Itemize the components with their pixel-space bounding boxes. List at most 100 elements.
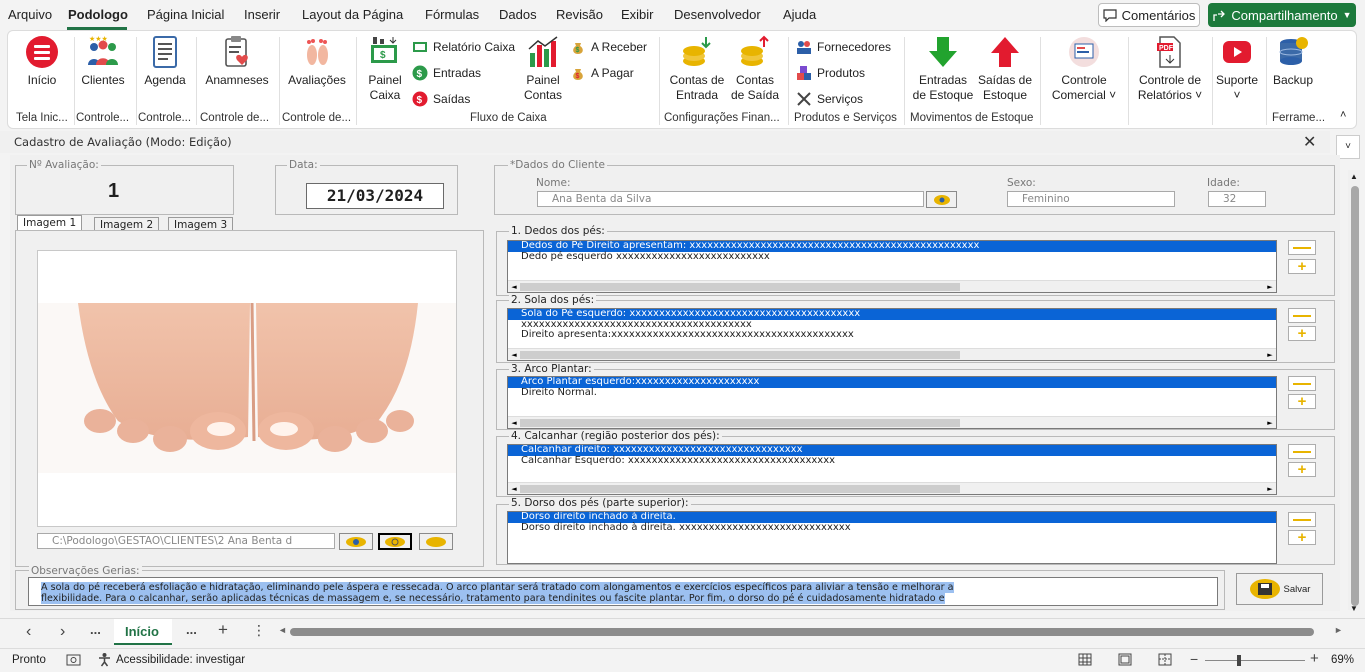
zoom-slider-thumb[interactable] bbox=[1237, 655, 1241, 666]
nome-field[interactable]: Ana Benta da Silva bbox=[537, 191, 924, 207]
add-line-button-2[interactable]: + bbox=[1288, 326, 1316, 341]
add-line-button-4[interactable]: + bbox=[1288, 462, 1316, 477]
scroll-left-icon[interactable]: ◄ bbox=[278, 625, 287, 635]
sexo-field[interactable]: Feminino bbox=[1007, 191, 1175, 207]
horizontal-scrollbar[interactable]: ◄ ► bbox=[508, 348, 1276, 360]
remove-line-button-2[interactable] bbox=[1288, 308, 1316, 323]
remove-line-button-4[interactable] bbox=[1288, 444, 1316, 459]
menu-pagina-inicial[interactable]: Página Inicial bbox=[147, 7, 224, 22]
add-sheet-icon[interactable]: + bbox=[218, 620, 228, 640]
menu-desenvolvedor[interactable]: Desenvolvedor bbox=[674, 7, 761, 22]
share-button[interactable]: Compartilhamento ▼ bbox=[1208, 3, 1356, 27]
anamneses-button[interactable]: Anamneses bbox=[201, 35, 273, 88]
saidas-estoque-button[interactable]: Saídas de Estoque bbox=[976, 35, 1034, 103]
section-3-list[interactable]: Arco Plantar esquerdo:xxxxxxxxxxxxxxxxxx… bbox=[507, 376, 1277, 429]
list-item[interactable]: Calcanhar direito: xxxxxxxxxxxxxxxxxxxxx… bbox=[508, 445, 1276, 456]
more-sheets-right-icon[interactable]: ... bbox=[186, 622, 197, 637]
menu-podologo[interactable]: Podologo bbox=[68, 7, 128, 22]
menu-ajuda[interactable]: Ajuda bbox=[783, 7, 816, 22]
sheet-scroll-thumb[interactable] bbox=[290, 628, 1314, 636]
scroll-left-icon[interactable]: ◄ bbox=[508, 349, 520, 360]
scroll-left-icon[interactable]: ◄ bbox=[508, 281, 520, 292]
list-item[interactable]: Calcanhar Esquerdo: xxxxxxxxxxxxxxxxxxxx… bbox=[508, 455, 1276, 467]
section-2-list[interactable]: Sola do Pé esquerdo: xxxxxxxxxxxxxxxxxxx… bbox=[507, 308, 1277, 361]
salvar-button[interactable]: Salvar bbox=[1236, 573, 1323, 605]
scroll-up-icon[interactable]: ▲ bbox=[1350, 172, 1358, 181]
list-item[interactable]: Dedos do Pé Direito apresentam: xxxxxxxx… bbox=[508, 241, 1276, 252]
contas-saida-button[interactable]: Contas de Saída bbox=[730, 35, 780, 103]
remove-line-button-5[interactable] bbox=[1288, 512, 1316, 527]
horizontal-scrollbar[interactable]: ◄ ► bbox=[508, 280, 1276, 292]
scroll-right-icon[interactable]: ► bbox=[1264, 349, 1276, 360]
zoom-slider-track[interactable] bbox=[1205, 660, 1305, 661]
add-line-button-1[interactable]: + bbox=[1288, 259, 1316, 274]
cell-mode-icon[interactable] bbox=[66, 653, 81, 666]
obs-textarea[interactable]: A sola do pé receberá esfoliação e hidra… bbox=[28, 577, 1218, 606]
painel-contas-button[interactable]: Painel Contas bbox=[521, 35, 565, 103]
menu-formulas[interactable]: Fórmulas bbox=[425, 7, 479, 22]
contas-entrada-button[interactable]: Contas de Entrada bbox=[667, 35, 727, 103]
prev-sheet-icon[interactable]: ‹ bbox=[26, 623, 31, 641]
fornecedores-button[interactable]: Fornecedores bbox=[796, 39, 891, 55]
next-sheet-icon[interactable]: › bbox=[60, 623, 65, 641]
data-input[interactable]: 21/03/2024 bbox=[306, 183, 444, 209]
menu-revisao[interactable]: Revisão bbox=[556, 7, 603, 22]
a-pagar-button[interactable]: $ A Pagar bbox=[570, 65, 634, 81]
avaliacoes-button[interactable]: Avaliações bbox=[284, 35, 350, 88]
menu-exibir[interactable]: Exibir bbox=[621, 7, 654, 22]
zoom-level[interactable]: 69% bbox=[1331, 654, 1354, 666]
page-break-icon[interactable] bbox=[1158, 653, 1172, 666]
menu-dados[interactable]: Dados bbox=[499, 7, 537, 22]
page-layout-icon[interactable] bbox=[1118, 653, 1132, 666]
list-item[interactable]: Direito apresenta:xxxxxxxxxxxxxxxxxxxxxx… bbox=[508, 329, 1276, 341]
controle-comercial-button[interactable]: Controle Comercial ˅ bbox=[1044, 35, 1124, 103]
agenda-button[interactable]: Agenda bbox=[141, 35, 189, 88]
a-receber-button[interactable]: $ A Receber bbox=[570, 39, 647, 55]
close-icon[interactable]: ✕ bbox=[1303, 132, 1316, 152]
add-line-button-5[interactable]: + bbox=[1288, 530, 1316, 545]
sheet-tab-inicio[interactable]: Início bbox=[114, 619, 172, 645]
idade-field[interactable]: 32 bbox=[1208, 191, 1266, 207]
menu-arquivo[interactable]: Arquivo bbox=[8, 7, 52, 22]
saidas-button[interactable]: $ Saídas bbox=[412, 91, 470, 107]
more-sheets-left-icon[interactable]: ... bbox=[90, 622, 101, 637]
entradas-button[interactable]: $ Entradas bbox=[412, 65, 481, 81]
section-1-list[interactable]: Dedos do Pé Direito apresentam: xxxxxxxx… bbox=[507, 240, 1277, 293]
list-item[interactable]: Arco Plantar esquerdo:xxxxxxxxxxxxxxxxxx… bbox=[508, 377, 1276, 388]
accessibility-icon[interactable] bbox=[97, 652, 112, 667]
menu-layout[interactable]: Layout da Página bbox=[302, 7, 403, 22]
section-4-list[interactable]: Calcanhar direito: xxxxxxxxxxxxxxxxxxxxx… bbox=[507, 444, 1277, 495]
suporte-button[interactable]: Suporte ˅ bbox=[1212, 35, 1262, 103]
painel-caixa-button[interactable]: $ Painel Caixa bbox=[363, 35, 407, 103]
image-path-field[interactable]: C:\Podologo\GESTAO\CLIENTES\2 Ana Benta … bbox=[37, 533, 335, 549]
scroll-right-icon[interactable]: ► bbox=[1264, 483, 1276, 494]
section-5-list[interactable]: Dorso direito inchado à direita. Dorso d… bbox=[507, 511, 1277, 564]
scroll-down-icon[interactable]: ▼ bbox=[1350, 604, 1358, 613]
scroll-left-icon[interactable]: ◄ bbox=[508, 417, 520, 428]
backup-button[interactable]: Backup bbox=[1268, 35, 1318, 88]
scroll-right-icon[interactable]: ► bbox=[1264, 281, 1276, 292]
horizontal-scrollbar[interactable]: ◄ ► bbox=[508, 482, 1276, 494]
search-client-button[interactable] bbox=[926, 191, 957, 208]
produtos-button[interactable]: Produtos bbox=[796, 65, 865, 81]
search-image-button[interactable] bbox=[378, 533, 412, 550]
camera-button[interactable] bbox=[339, 533, 373, 550]
inicio-button[interactable]: Início bbox=[18, 35, 66, 88]
list-item[interactable]: Dorso direito inchado à direita. bbox=[508, 512, 1276, 523]
zoom-in-icon[interactable]: + bbox=[1310, 650, 1319, 667]
servicos-button[interactable]: Serviços bbox=[796, 91, 863, 107]
clear-image-button[interactable] bbox=[419, 533, 453, 550]
scroll-right-icon[interactable]: ► bbox=[1264, 417, 1276, 428]
add-line-button-3[interactable]: + bbox=[1288, 394, 1316, 409]
zoom-out-icon[interactable]: − bbox=[1190, 651, 1198, 667]
list-item[interactable]: Sola do Pé esquerdo: xxxxxxxxxxxxxxxxxxx… bbox=[508, 309, 1276, 320]
horizontal-scrollbar[interactable]: ◄ ► bbox=[508, 416, 1276, 428]
scroll-left-icon[interactable]: ◄ bbox=[508, 483, 520, 494]
list-item[interactable]: Dorso direito inchado à direita. xxxxxxx… bbox=[508, 522, 1276, 534]
accessibility-status[interactable]: Acessibilidade: investigar bbox=[116, 654, 245, 666]
menu-inserir[interactable]: Inserir bbox=[244, 7, 280, 22]
scroll-right-icon[interactable]: ► bbox=[1334, 625, 1343, 635]
remove-line-button-1[interactable] bbox=[1288, 240, 1316, 255]
sheet-options-icon[interactable]: ⋮ bbox=[252, 622, 266, 639]
clientes-button[interactable]: ★★★ Clientes bbox=[78, 35, 128, 88]
